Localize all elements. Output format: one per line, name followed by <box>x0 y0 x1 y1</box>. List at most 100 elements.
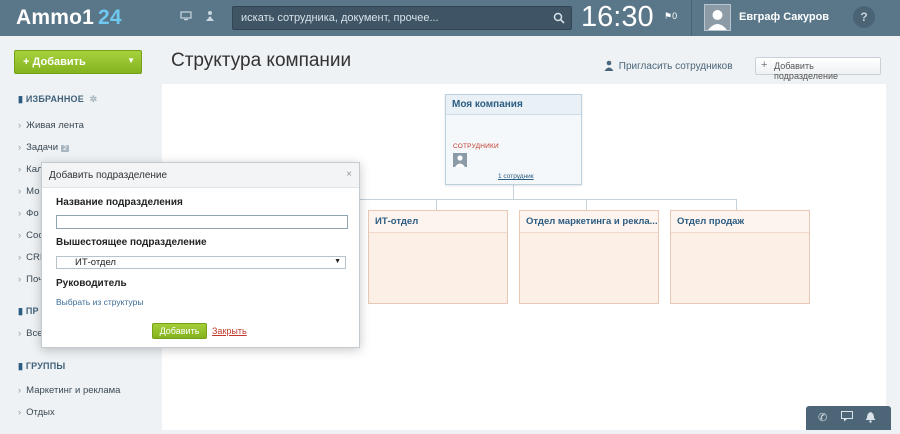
groups-header: ▮ ГРУППЫ <box>18 361 65 372</box>
add-department-button[interactable]: + Добавить подразделение <box>755 57 881 81</box>
dialog-header[interactable]: Добавить подразделение × <box>42 163 359 188</box>
chevron-down-icon: ▼ <box>334 258 341 265</box>
department-name-input[interactable] <box>56 215 348 229</box>
employee-avatar[interactable] <box>453 153 467 167</box>
connector-line <box>360 199 436 200</box>
add-button[interactable]: + Добавить ▼ <box>14 50 142 74</box>
phone-icon[interactable]: ✆ <box>818 411 827 424</box>
bullet-icon: › <box>18 328 22 339</box>
invite-label: Пригласить сотрудников <box>618 61 733 72</box>
invite-link[interactable]: Пригласить сотрудников <box>604 60 733 72</box>
sidebar-item-label: Отдых <box>26 407 55 418</box>
sidebar-item-my[interactable]: › Мо <box>18 186 39 197</box>
sidebar-item-label: Фо <box>26 208 39 219</box>
close-link[interactable]: Закрыть <box>212 326 247 336</box>
user-name[interactable]: Евграф Сакуров <box>739 11 829 23</box>
logo[interactable]: Ammo1 24 <box>16 6 122 30</box>
add-department-dialog: Добавить подразделение × Название подраз… <box>41 162 360 348</box>
section2-header: ▮ ПР <box>18 306 39 317</box>
sidebar-item-crm[interactable]: › CRI <box>18 252 43 263</box>
department-name[interactable]: Отдел маркетинга и рекла... <box>520 211 658 233</box>
top-bar: Ammo1 24 искать сотрудника, документ, про… <box>0 0 900 36</box>
logo-number: 24 <box>98 6 122 29</box>
bullet-icon: › <box>18 274 22 285</box>
gear-icon[interactable]: ✲ <box>90 94 98 104</box>
sidebar-item-feed[interactable]: › Живая лента <box>18 120 84 131</box>
head-label: Руководитель <box>56 278 127 289</box>
sidebar-item-employees[interactable]: › Сос <box>18 230 43 241</box>
connector-line <box>436 199 437 210</box>
plus-icon: + <box>761 59 768 71</box>
bullet-icon: › <box>18 186 22 197</box>
chevron-down-icon[interactable]: ▼ <box>127 56 135 65</box>
user-add-icon <box>604 60 619 72</box>
logo-text: Ammo1 <box>16 6 95 29</box>
department-name[interactable]: Отдел продаж <box>671 211 809 233</box>
sidebar-item-tasks[interactable]: › Задачи 2 <box>18 142 69 153</box>
parent-label: Вышестоящее подразделение <box>56 237 207 248</box>
sidebar-item-marketing[interactable]: › Маркетинг и реклама <box>18 385 120 396</box>
name-label: Название подразделения <box>56 197 183 208</box>
submit-button[interactable]: Добавить <box>152 323 207 339</box>
sidebar-item-all[interactable]: › Все <box>18 328 43 339</box>
bullet-icon: › <box>18 230 22 241</box>
chat-icon[interactable] <box>841 411 853 425</box>
department-node[interactable]: Отдел продаж <box>670 210 810 304</box>
bullet-icon: › <box>18 407 22 418</box>
flag-count: 0 <box>672 11 678 21</box>
bookmark-icon: ▮ <box>18 94 24 104</box>
help-icon[interactable]: ? <box>853 6 875 28</box>
sidebar-item-mail[interactable]: › Поч <box>18 274 43 285</box>
bottom-tray: ✆ <box>806 406 891 430</box>
connector-line <box>513 185 514 199</box>
search-icon[interactable] <box>553 11 565 29</box>
user-tree-icon[interactable] <box>202 10 218 24</box>
parent-department-value: ИТ-отдел <box>75 257 116 268</box>
close-icon[interactable]: × <box>346 169 352 180</box>
dialog-title: Добавить подразделение <box>49 170 168 181</box>
sidebar-item-label: Маркетинг и реклама <box>26 385 121 396</box>
sidebar-item-label: Живая лента <box>26 120 84 131</box>
favorites-header: ▮ ИЗБРАННОЕ ✲ <box>18 94 97 105</box>
search-input[interactable]: искать сотрудника, документ, прочее... <box>232 6 572 30</box>
sidebar-item-calendar[interactable]: › Кал <box>18 164 43 175</box>
parent-department-select[interactable]: ИТ-отдел ▼ <box>56 256 346 269</box>
choose-from-structure-link[interactable]: Выбрать из структуры <box>56 297 143 307</box>
connector-line <box>736 199 737 210</box>
sidebar-item-label: Задачи <box>26 142 59 153</box>
bullet-icon: › <box>18 208 22 219</box>
bullet-icon: › <box>18 142 22 153</box>
monitor-icon[interactable] <box>178 10 194 24</box>
bullet-icon: › <box>18 385 22 396</box>
company-name[interactable]: Моя компания <box>446 95 581 115</box>
sidebar-item-rest[interactable]: › Отдых <box>18 407 55 418</box>
connector-line <box>586 199 587 210</box>
groups-title: ГРУППЫ <box>25 361 66 371</box>
section2-title: ПР <box>25 306 39 316</box>
divider <box>691 0 692 36</box>
bookmark-icon: ▮ <box>18 361 24 371</box>
flag-counter[interactable]: ⚑0 <box>664 11 677 22</box>
plus-icon: + <box>23 56 30 68</box>
sidebar-item-photo[interactable]: › Фо <box>18 208 39 219</box>
employees-label: СОТРУДНИКИ <box>453 143 499 150</box>
search-placeholder: искать сотрудника, документ, прочее... <box>241 12 439 24</box>
department-name[interactable]: ИТ-отдел <box>369 211 507 233</box>
bullet-icon: › <box>18 252 22 263</box>
count-badge: 2 <box>61 145 69 152</box>
bookmark-icon: ▮ <box>18 306 24 316</box>
clock[interactable]: 16:30 <box>581 1 654 34</box>
bullet-icon: › <box>18 120 22 131</box>
sidebar-item-label: Мо <box>26 186 40 197</box>
page-title: Структура компании <box>171 50 352 71</box>
bell-icon[interactable] <box>865 411 876 426</box>
add-department-label: Добавить подразделение <box>774 61 838 81</box>
avatar[interactable] <box>704 4 731 31</box>
company-node[interactable]: Моя компания СОТРУДНИКИ 1 сотрудник <box>445 94 582 185</box>
add-button-label: Добавить <box>32 56 86 68</box>
flag-icon: ⚑ <box>664 11 673 21</box>
department-node[interactable]: ИТ-отдел <box>368 210 508 304</box>
department-node[interactable]: Отдел маркетинга и рекла... <box>519 210 659 304</box>
favorites-title: ИЗБРАННОЕ <box>25 94 84 104</box>
employee-count-link[interactable]: 1 сотрудник <box>498 173 534 180</box>
